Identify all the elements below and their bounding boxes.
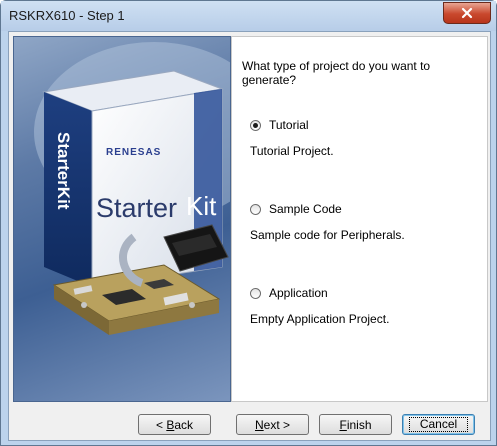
radio-button[interactable]	[250, 287, 261, 299]
dialog-client-area: StarterKit RENESAS Starter Kit What type…	[8, 31, 491, 441]
radio-button[interactable]	[250, 203, 261, 215]
project-type-panel: What type of project do you want to gene…	[231, 36, 488, 402]
back-label: < Back	[155, 417, 194, 432]
cancel-label: Cancel	[408, 417, 469, 432]
spine-text: StarterKit	[54, 132, 73, 210]
starter-kit-illustration: StarterKit RENESAS Starter Kit	[13, 36, 231, 402]
product-box-art: StarterKit RENESAS Starter Kit	[34, 42, 230, 335]
next-button[interactable]: Next >	[236, 414, 309, 435]
option-label: Application	[269, 286, 328, 300]
close-button[interactable]	[443, 2, 491, 24]
option-description: Sample code for Peripherals.	[250, 228, 405, 242]
title-bar[interactable]: RSKRX610 - Step 1	[1, 1, 496, 31]
option-description: Tutorial Project.	[250, 144, 334, 158]
window-title: RSKRX610 - Step 1	[9, 8, 125, 23]
option-label: Sample Code	[269, 202, 342, 216]
radio-option-tutorial[interactable]: Tutorial	[250, 118, 309, 132]
finish-button[interactable]: Finish	[319, 414, 392, 435]
radio-button-checked[interactable]	[250, 119, 261, 131]
radio-option-sample-code[interactable]: Sample Code	[250, 202, 342, 216]
brand-logo-text: RENESAS	[106, 147, 161, 158]
product-name-kit: Kit	[186, 191, 217, 221]
radio-option-application[interactable]: Application	[250, 286, 328, 300]
question-text: What type of project do you want to gene…	[242, 59, 431, 87]
product-name-starter: Starter	[96, 193, 177, 223]
next-label: Next >	[254, 417, 291, 432]
option-label: Tutorial	[269, 118, 309, 132]
option-description: Empty Application Project.	[250, 312, 390, 326]
back-button[interactable]: < Back	[138, 414, 211, 435]
cancel-button[interactable]: Cancel	[402, 414, 475, 435]
finish-label: Finish	[339, 417, 372, 432]
dialog-window: RSKRX610 - Step 1 StarterKit RENESAS Sta…	[0, 0, 497, 446]
close-x-icon	[461, 7, 473, 19]
